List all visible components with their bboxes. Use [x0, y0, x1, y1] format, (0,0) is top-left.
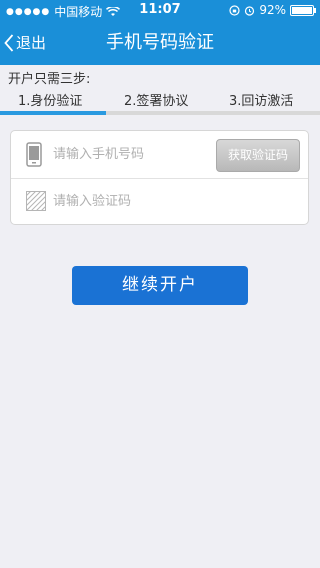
- phone-row: 请输入手机号码 获取验证码: [11, 131, 308, 179]
- alarm-icon: [245, 5, 255, 16]
- battery-percent: 92%: [259, 3, 286, 17]
- verification-code-icon: [26, 191, 46, 211]
- step-indicator: 1.身份验证 2.签署协议 3.回访激活: [0, 90, 320, 112]
- status-bar: ●●●●● 中国移动 11:07 92%: [0, 0, 320, 20]
- code-input[interactable]: 请输入验证码: [53, 178, 131, 225]
- phone-icon: [26, 142, 42, 167]
- battery-icon: [290, 4, 316, 16]
- continue-button[interactable]: 继续开户: [72, 266, 248, 305]
- top-bar: ●●●●● 中国移动 11:07 92% 退出 手机号码验证: [0, 0, 320, 65]
- get-code-button[interactable]: 获取验证码: [216, 139, 300, 172]
- nav-bar: 退出 手机号码验证: [0, 20, 320, 65]
- step-3: 3.回访激活: [229, 94, 294, 109]
- step-2: 2.签署协议: [124, 94, 189, 109]
- phone-input[interactable]: 请输入手机号码: [53, 131, 144, 178]
- page-title: 手机号码验证: [106, 32, 214, 53]
- verification-form: 请输入手机号码 获取验证码 请输入验证码: [10, 130, 309, 225]
- step-progress-fill: [0, 111, 106, 115]
- lock-rotation-icon: [229, 4, 240, 16]
- battery-fill: [292, 6, 313, 14]
- step-1: 1.身份验证: [18, 94, 83, 109]
- steps-heading: 开户只需三步:: [8, 72, 91, 87]
- code-row: 请输入验证码: [11, 178, 308, 225]
- step-progress-track: [0, 111, 320, 115]
